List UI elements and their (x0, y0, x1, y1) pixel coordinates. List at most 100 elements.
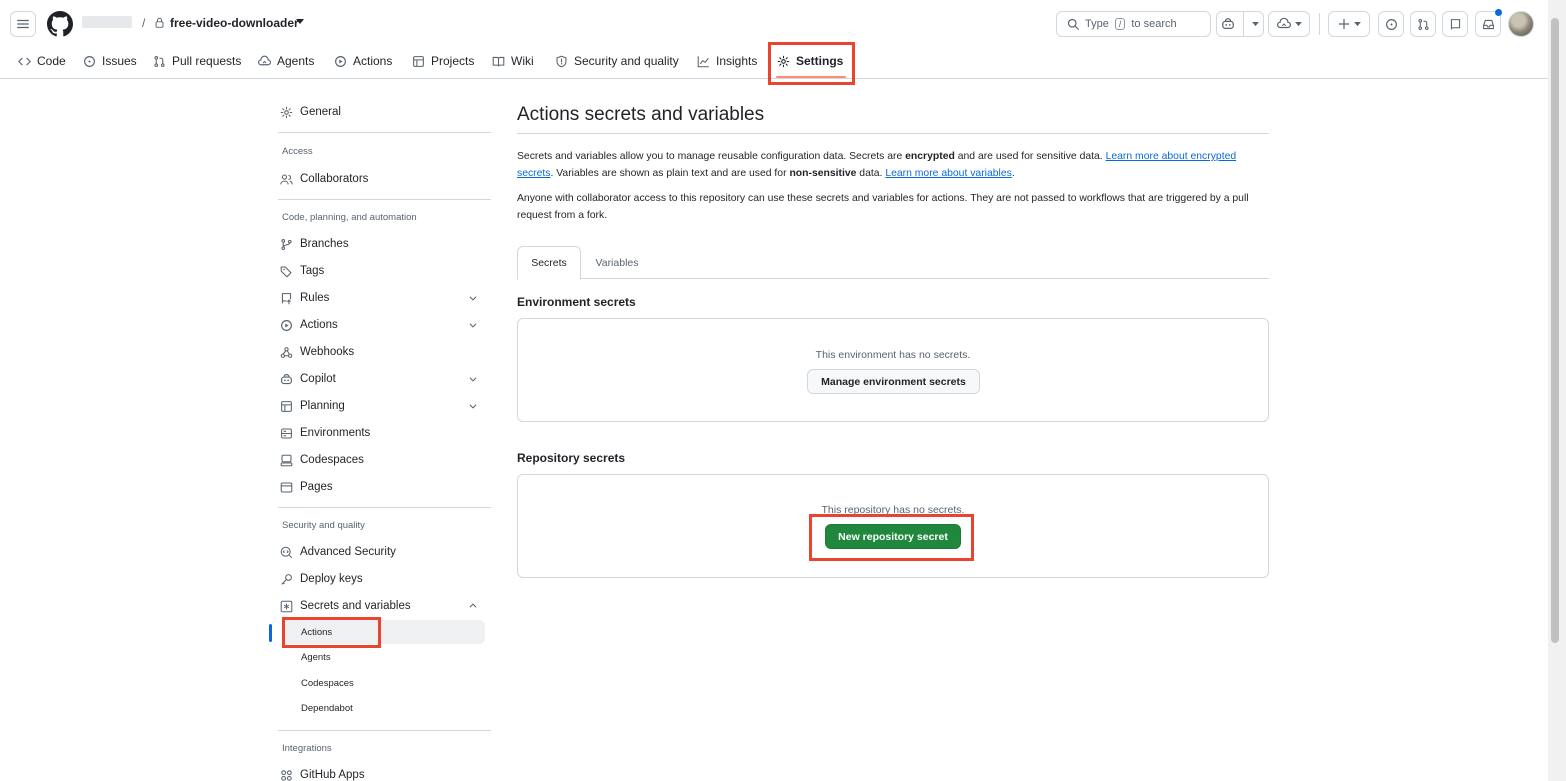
people-icon (280, 174, 293, 184)
sidebar-subitem-agents[interactable]: Agents (301, 652, 331, 663)
menu-button[interactable] (10, 11, 36, 37)
search-input[interactable]: Type / to search (1056, 11, 1211, 37)
sidebar-subitem-codespaces[interactable]: Codespaces (301, 678, 354, 689)
caret-down-icon[interactable] (296, 19, 304, 25)
desc-text: data. (856, 168, 886, 179)
sidebar-item-general[interactable]: General (280, 101, 486, 123)
copilot-icon (1222, 18, 1234, 29)
tab-security-and-quality[interactable]: Security and quality (555, 50, 679, 72)
tab-insights-label: Insights (716, 54, 758, 68)
tag-icon (280, 266, 292, 277)
sidebar-item-collaborators[interactable]: Collaborators (280, 168, 486, 190)
hamburger-icon (17, 19, 29, 29)
pull-requests-button[interactable] (1410, 11, 1436, 37)
sidebar-item-label: Advanced Security (300, 546, 396, 558)
avatar[interactable] (1508, 11, 1534, 37)
shield-icon (556, 55, 567, 67)
caret-down-icon (1353, 21, 1361, 26)
tab-code[interactable]: Code (18, 50, 66, 72)
gear-icon (280, 106, 293, 118)
git-pull-request-icon (1417, 18, 1429, 30)
git-pull-request-icon (154, 55, 165, 67)
caret-down-icon (1252, 21, 1259, 26)
main-content: Actions secrets and variables Secrets an… (517, 98, 1269, 578)
chevron-down-icon (469, 377, 477, 382)
tab-pull-requests-label: Pull requests (172, 54, 242, 68)
plus-icon (1338, 18, 1349, 30)
copilot-icon (281, 373, 292, 384)
sidebar-divider (278, 730, 491, 731)
sidebar-item-label: Actions (300, 319, 338, 331)
sidebar-item-webhooks[interactable]: Webhooks (280, 341, 486, 363)
manage-environment-secrets-button[interactable]: Manage environment secrets (807, 369, 980, 394)
sidebar-item-label: Deploy keys (300, 573, 363, 585)
tab-projects-label: Projects (431, 54, 475, 68)
tab-wiki-label: Wiki (511, 54, 534, 68)
tab-projects[interactable]: Projects (412, 50, 474, 72)
sidebar-item-actions[interactable]: Actions (280, 314, 486, 336)
sidebar-heading-code-planning: Code, planning, and automation (282, 212, 417, 223)
sidebar-item-planning[interactable]: Planning (280, 395, 486, 417)
sidebar-item-rules[interactable]: Rules (280, 287, 486, 309)
tab-secrets[interactable]: Secrets (517, 246, 581, 280)
tab-actions-label: Actions (353, 54, 393, 68)
tab-actions[interactable]: Actions (334, 50, 392, 72)
server-icon (281, 428, 292, 438)
sidebar-item-pages[interactable]: Pages (280, 476, 486, 498)
owner-name-redacted[interactable] (82, 16, 132, 28)
header-divider (1319, 13, 1320, 35)
search-icon (1067, 18, 1079, 30)
sidebar-divider (278, 507, 491, 508)
sidebar-item-label: Webhooks (300, 346, 355, 358)
tab-security-label: Security and quality (574, 54, 679, 68)
sidebar-item-label: Collaborators (300, 173, 369, 185)
github-logo-icon[interactable] (47, 11, 73, 37)
tab-pull-requests[interactable]: Pull requests (153, 50, 241, 72)
sidebar-item-label: Pages (300, 481, 333, 493)
learn-more-variables-link[interactable]: Learn more about variables (885, 168, 1012, 179)
lock-icon (155, 17, 164, 28)
tab-agents[interactable]: Agents (258, 50, 314, 72)
browser-icon (280, 482, 293, 492)
scrollbar-thumb[interactable] (1551, 18, 1559, 643)
sidebar-item-advanced-security[interactable]: Advanced Security (280, 541, 486, 563)
sidebar-heading-integrations: Integrations (282, 743, 332, 754)
apps-icon (281, 769, 292, 781)
tab-insights[interactable]: Insights (697, 50, 757, 72)
sidebar-item-secrets-and-variables[interactable]: Secrets and variables (280, 595, 486, 617)
search-placeholder-suffix: to search (1131, 18, 1177, 30)
sidebar-item-codespaces[interactable]: Codespaces (280, 449, 486, 471)
sidebar-item-branches[interactable]: Branches (280, 233, 486, 255)
issues-button[interactable] (1378, 11, 1404, 37)
repo-name-link[interactable]: free-video-downloader (170, 16, 299, 30)
sidebar-item-tags[interactable]: Tags (280, 260, 486, 282)
environment-empty-message: This environment has no secrets. (815, 349, 971, 361)
sidebar-item-github-apps[interactable]: GitHub Apps (280, 764, 486, 781)
sidebar-item-environments[interactable]: Environments (280, 422, 486, 444)
sidebar-item-label: General (300, 106, 341, 118)
codescan-icon (280, 546, 293, 558)
sidebar-item-label: Secrets and variables (300, 600, 411, 612)
graph-icon (697, 55, 709, 67)
tab-issues-label: Issues (102, 54, 137, 68)
highlight-box-new-secret (809, 514, 974, 561)
agent-icon (1276, 17, 1291, 29)
git-branch-icon (281, 238, 292, 250)
chevron-down-icon (469, 404, 477, 409)
create-new-button[interactable] (1328, 11, 1370, 37)
copilot-button[interactable] (1216, 11, 1264, 37)
play-icon (335, 55, 346, 67)
tab-wiki[interactable]: Wiki (492, 50, 534, 72)
key-asterisk-icon (280, 600, 293, 612)
tab-agents-label: Agents (277, 54, 315, 68)
agents-menu-button[interactable] (1268, 11, 1310, 37)
tab-variables[interactable]: Variables (585, 246, 649, 279)
sidebar-subitem-dependabot[interactable]: Dependabot (301, 703, 353, 714)
sidebar-item-label: Tags (300, 265, 325, 277)
sidebar-item-deploy-keys[interactable]: Deploy keys (280, 568, 486, 590)
desc-text: Secrets and variables allow you to manag… (517, 151, 906, 162)
tab-issues[interactable]: Issues (83, 50, 137, 72)
repositories-button[interactable] (1442, 11, 1468, 37)
sidebar-item-copilot[interactable]: Copilot (280, 368, 486, 390)
sidebar-item-label: Environments (300, 427, 371, 439)
